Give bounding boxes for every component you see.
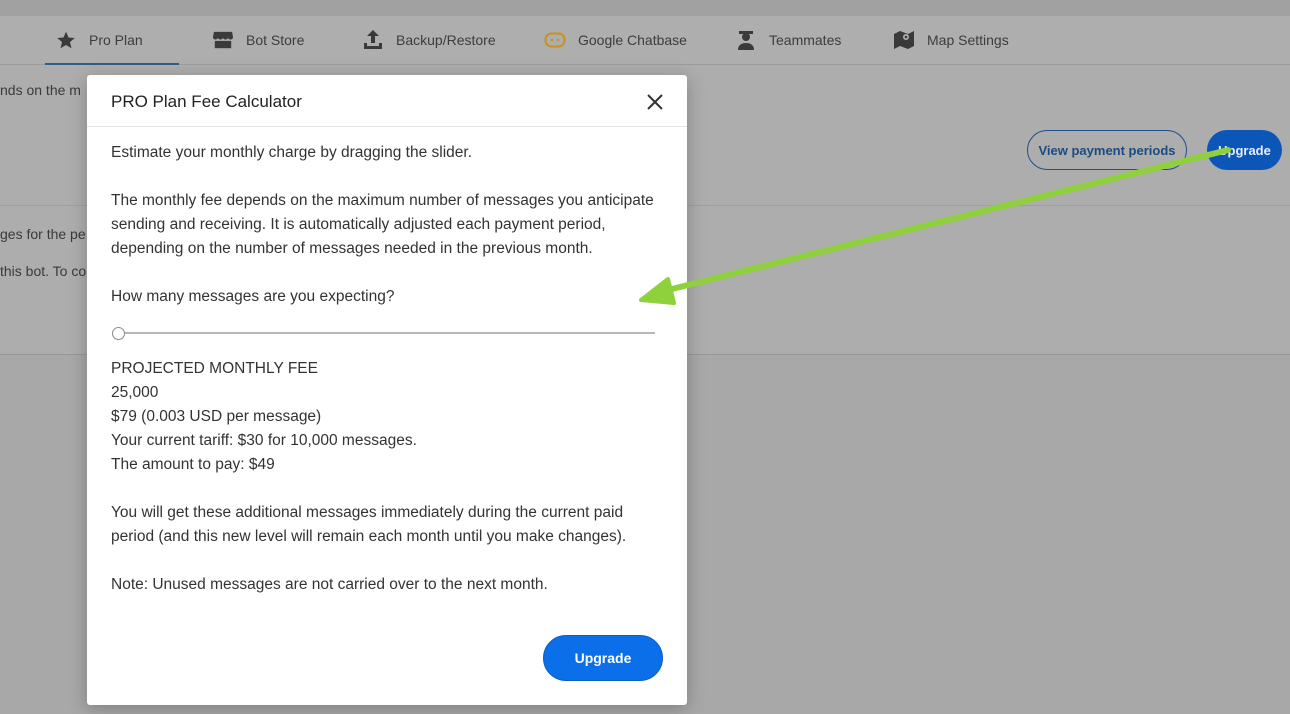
price-text: $79 (0.003 USD per message) (111, 408, 322, 425)
upload-icon (362, 29, 384, 51)
star-icon (55, 29, 77, 51)
projected-fee-label: PROJECTED MONTHLY FEE (111, 360, 318, 377)
tab-label: Bot Store (246, 32, 305, 48)
tab-label: Google Chatbase (578, 32, 687, 48)
view-payment-periods-button[interactable]: View payment periods (1027, 130, 1187, 170)
intro-text: Estimate your monthly charge by dragging… (111, 144, 472, 161)
tab-label: Map Settings (927, 32, 1009, 48)
current-tariff-text: Your current tariff: $30 for 10,000 mess… (111, 432, 417, 449)
question-text: How many messages are you expecting? (111, 288, 395, 305)
tab-map-settings[interactable]: Map Settings (893, 16, 1009, 64)
dialog-body: Estimate your monthly charge by dragging… (111, 141, 663, 597)
dialog-header: PRO Plan Fee Calculator (87, 75, 687, 127)
tab-label: Pro Plan (89, 32, 143, 48)
tab-bot-store[interactable]: Bot Store (212, 16, 304, 64)
fee-calculator-dialog: PRO Plan Fee Calculator Estimate your mo… (87, 75, 687, 705)
background-text: this bot. To co (0, 263, 87, 279)
background-text: nds on the m (0, 82, 81, 98)
slider-track[interactable] (115, 332, 655, 334)
store-icon (212, 29, 234, 51)
note-text: Note: Unused messages are not carried ov… (111, 576, 548, 593)
tab-pro-plan[interactable]: Pro Plan (45, 16, 179, 65)
dialog-title: PRO Plan Fee Calculator (111, 92, 302, 111)
close-button[interactable] (644, 91, 666, 113)
messages-slider[interactable] (111, 321, 655, 345)
tab-label: Teammates (769, 32, 842, 48)
tab-google-chatbase[interactable]: Google Chatbase (544, 16, 687, 64)
map-icon (893, 29, 915, 51)
chatbase-icon (544, 29, 566, 51)
slider-thumb[interactable] (112, 327, 125, 340)
close-icon (647, 94, 663, 110)
dialog-upgrade-button[interactable]: Upgrade (543, 635, 663, 681)
additional-info-text: You will get these additional messages i… (111, 504, 627, 545)
upgrade-button[interactable]: Upgrade (1207, 130, 1282, 170)
tab-teammates[interactable]: Teammates (735, 16, 841, 64)
background-text: ges for the pe (0, 226, 86, 242)
tab-backup-restore[interactable]: Backup/Restore (362, 16, 496, 64)
amount-to-pay-text: The amount to pay: $49 (111, 456, 275, 473)
tab-label: Backup/Restore (396, 32, 496, 48)
messages-count: 25,000 (111, 384, 159, 401)
teammate-icon (735, 29, 757, 51)
description-text: The monthly fee depends on the maximum n… (111, 192, 654, 257)
top-bar (0, 0, 1290, 16)
tab-bar: Pro Plan Bot Store Backup/Restore Google… (0, 16, 1290, 65)
